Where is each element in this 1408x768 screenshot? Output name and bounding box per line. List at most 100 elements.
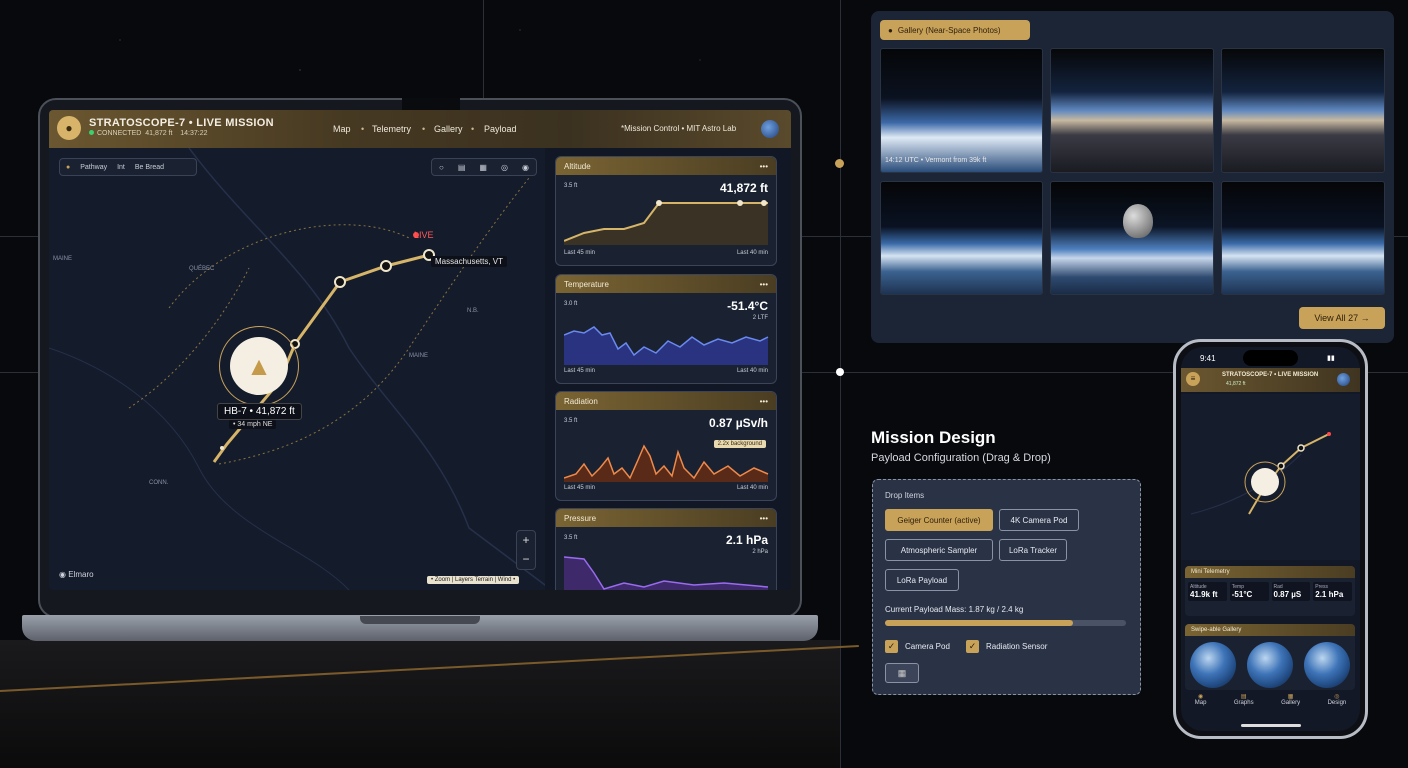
panel-title: Temperature xyxy=(564,279,609,289)
panel-title: Pressure xyxy=(564,513,597,523)
tab-label: Map xyxy=(1194,700,1207,706)
org-label: *Mission Control • MIT Astro Lab xyxy=(621,124,737,133)
panel-axis: 3.5 ft xyxy=(564,183,578,189)
radiation-panel: Radiation ••• 3.5 ft 0.87 µSv/h 2.2x back… xyxy=(555,391,777,501)
mission-design-subtitle: Payload Configuration (Drag & Drop) xyxy=(871,452,1051,464)
pressure-panel: Pressure ••• 3.5 ft 2.1 hPa 2 hPa xyxy=(555,508,777,590)
drop-label: Drop Items xyxy=(885,491,925,500)
earth-photo[interactable] xyxy=(1303,642,1350,688)
globe-avatar-icon[interactable] xyxy=(761,120,779,138)
map-logo-text: Elmaro xyxy=(68,570,94,579)
mini-telemetry-title: Mini Telemetry xyxy=(1185,566,1355,578)
tab-graphs[interactable]: ▤ Graphs xyxy=(1234,693,1254,719)
divider xyxy=(840,0,841,768)
zoom-out-button[interactable]: − xyxy=(517,550,535,569)
gallery-button[interactable]: ● Gallery (Near-Space Photos) xyxy=(880,20,1030,40)
more-icon[interactable]: ••• xyxy=(760,162,768,171)
phone-substat: 41,872 ft xyxy=(1226,381,1246,387)
chip-lora-tracker[interactable]: LoRa Tracker xyxy=(999,539,1067,561)
gallery-photo[interactable] xyxy=(880,181,1043,295)
gallery-button-label: Gallery (Near-Space Photos) xyxy=(897,25,1001,35)
connector-node xyxy=(835,159,844,168)
phone-time: 9:41 xyxy=(1200,354,1216,363)
panel-foot: Last 40 min xyxy=(736,368,768,374)
tab-map[interactable]: ◉ Map xyxy=(1195,693,1207,719)
battery-icon: ▮▮ xyxy=(1327,355,1335,362)
nav-map[interactable]: Map xyxy=(333,124,351,134)
circle-icon[interactable]: ○ xyxy=(439,163,444,172)
checkbox-camera-pod[interactable]: ✓ xyxy=(885,640,898,653)
earth-photo[interactable] xyxy=(1246,642,1293,688)
earth-photo[interactable] xyxy=(1190,642,1237,688)
tab-label: Design xyxy=(1327,700,1347,706)
telemetry-tile: Temp -51°C xyxy=(1229,582,1269,601)
target-icon[interactable]: ◎ xyxy=(501,163,508,172)
tab-label: Graphs xyxy=(1233,700,1254,706)
record-icon[interactable]: ◉ xyxy=(522,163,529,172)
breadcrumb-item[interactable]: Pathway xyxy=(80,164,107,171)
more-icon[interactable]: ••• xyxy=(760,280,768,289)
desk-surface xyxy=(0,640,840,768)
gallery-photo[interactable] xyxy=(1221,181,1385,295)
panel-title: Radiation xyxy=(564,396,598,406)
phone-map[interactable] xyxy=(1181,394,1360,560)
nav-separator: • xyxy=(471,124,475,134)
mini-telemetry-card: Mini Telemetry Altitude 41.9k ft Temp -51°… xyxy=(1185,566,1355,616)
status-text: CONNECTED xyxy=(97,130,142,137)
camera-icon: ● xyxy=(888,25,893,35)
gallery-photo[interactable] xyxy=(880,48,1043,173)
laptop-screen: ● STRATOSCOPE-7 • LIVE MISSION CONNECTED… xyxy=(49,110,791,590)
gallery-photo[interactable] xyxy=(1050,48,1214,173)
tab-gallery[interactable]: ▦ Gallery xyxy=(1281,693,1300,719)
nav-telemetry[interactable]: Telemetry xyxy=(372,124,411,134)
menu-icon[interactable]: ≡ xyxy=(1186,372,1200,386)
map-legend[interactable]: • Zoom | Layers Terrain | Wind • xyxy=(427,576,520,584)
phone-globe-icon[interactable] xyxy=(1337,373,1350,386)
pressure-sparkline xyxy=(564,556,769,590)
phone-tabbar: ◉ Map ▤ Graphs ▦ Gallery ◎ Design xyxy=(1181,693,1360,719)
breadcrumb-item[interactable]: Int xyxy=(117,164,125,171)
chart-icon: ▤ xyxy=(1240,694,1247,700)
laptop-lip xyxy=(360,616,480,624)
zoom-in-button[interactable]: + xyxy=(517,531,535,550)
view-all-button[interactable]: View All 27 → xyxy=(1299,307,1385,329)
chip-lora-payload[interactable]: LoRa Payload xyxy=(885,569,959,591)
temperature-panel: Temperature ••• 3.0 ft -51.4°C 2 LTF Last… xyxy=(555,274,777,384)
more-icon[interactable]: ••• xyxy=(760,397,768,406)
photo-caption: 14:12 UTC • Vermont from 39k ft xyxy=(885,157,987,164)
payload-mass-fill xyxy=(885,620,1073,626)
zoom-control: + − xyxy=(516,530,536,570)
chip-geiger-counter[interactable]: Geiger Counter (active) xyxy=(885,509,993,531)
layers-icon[interactable]: ▤ xyxy=(458,163,466,172)
image-icon: ▦ xyxy=(1287,694,1294,700)
breadcrumb-item[interactable]: Be Bread xyxy=(135,164,164,171)
balloon-marker-icon[interactable]: ▲ xyxy=(230,337,288,395)
nav-separator: • xyxy=(422,124,426,134)
checkbox-radiation-sensor[interactable]: ✓ xyxy=(966,640,979,653)
map-logo-icon: ◉ xyxy=(59,570,66,579)
tile-value: 0.87 µS xyxy=(1273,590,1302,599)
telemetry-tile: Rad 0.87 µS xyxy=(1271,582,1311,601)
checkbox-label: Camera Pod xyxy=(905,642,950,651)
chip-atmospheric-sampler[interactable]: Atmospheric Sampler xyxy=(885,539,993,561)
region-label: MAINE xyxy=(409,353,429,359)
map-thumbnail-icon[interactable]: ▦ xyxy=(885,663,919,683)
map-view[interactable]: ● Pathway Int Be Bread ○ ▤ ▦ ◎ ◉ MAINE Q… xyxy=(49,148,545,590)
more-icon[interactable]: ••• xyxy=(760,514,768,523)
grid-icon[interactable]: ▦ xyxy=(479,163,487,172)
gallery-photo[interactable] xyxy=(1221,48,1385,173)
region-label: N.B. xyxy=(467,308,479,314)
telemetry-tiles: Altitude 41.9k ft Temp -51°C Rad 0.87 µS Pr… xyxy=(1185,578,1355,605)
connector-node xyxy=(836,368,844,376)
app-header: ● STRATOSCOPE-7 • LIVE MISSION CONNECTED… xyxy=(49,110,791,148)
gallery-photo[interactable] xyxy=(1050,181,1214,295)
tab-design[interactable]: ◎ Design xyxy=(1328,693,1347,719)
balloon-altitude-label: HB-7 • 41,872 ft xyxy=(217,403,302,420)
nav-payload[interactable]: Payload xyxy=(484,124,517,134)
panel-foot: Last 40 min xyxy=(736,485,768,491)
telemetry-tile: Altitude 41.9k ft xyxy=(1188,582,1227,601)
panel-axis: 3.5 ft xyxy=(564,418,578,424)
nav-gallery[interactable]: Gallery xyxy=(434,124,463,134)
temperature-sparkline xyxy=(564,326,769,365)
chip-camera-pod[interactable]: 4K Camera Pod xyxy=(999,509,1079,531)
